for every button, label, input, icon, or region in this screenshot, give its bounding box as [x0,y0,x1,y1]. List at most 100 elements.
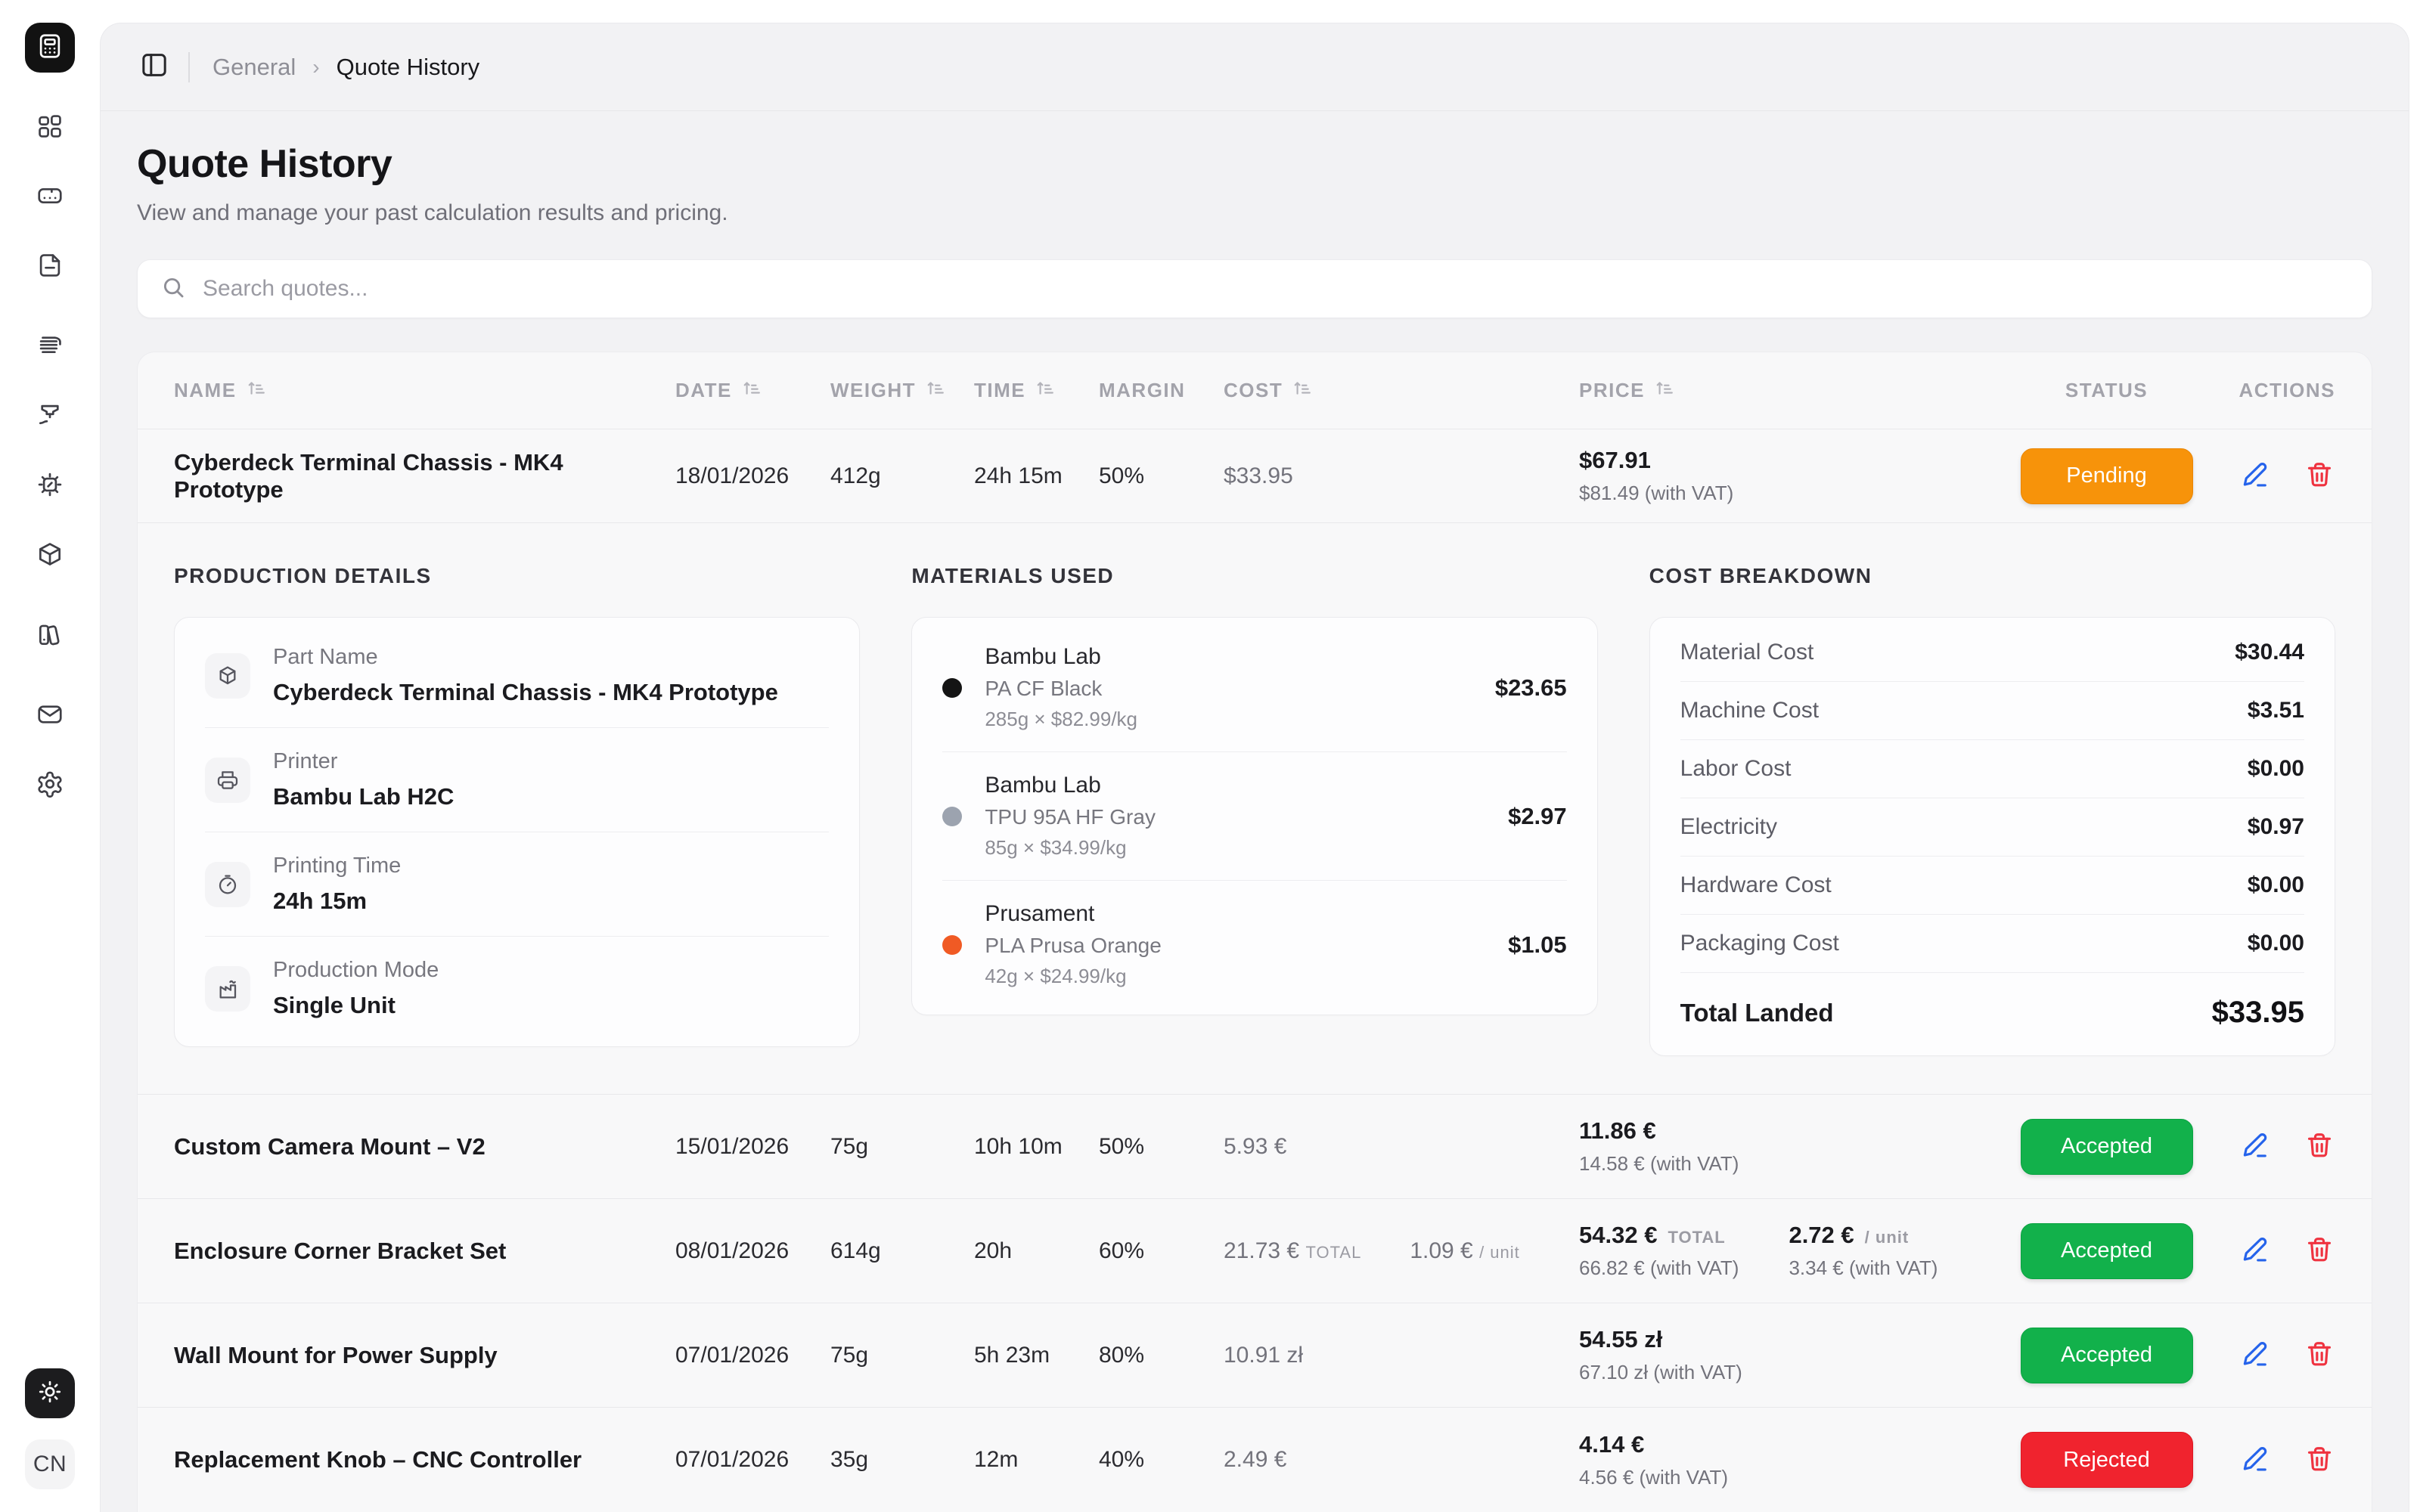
user-avatar[interactable]: CN [25,1439,75,1489]
quote-time: 24h 15m [974,463,1099,489]
sidebar-item-documents[interactable] [25,242,75,292]
status-badge[interactable]: Rejected [2021,1432,2193,1488]
quote-time: 12m [974,1447,1099,1473]
sidebar-item-settings[interactable] [25,761,75,810]
quote-name: Enclosure Corner Bracket Set [174,1238,675,1265]
column-header-time[interactable]: TIME [974,378,1099,403]
table-row[interactable]: Cyberdeck Terminal Chassis - MK4 Prototy… [138,429,2372,523]
sort-icon [246,378,265,403]
quote-name: Custom Camera Mount – V2 [174,1133,675,1160]
trash-icon [2305,460,2334,491]
column-header-cost[interactable]: COST [1224,378,1579,403]
sort-icon [741,378,761,403]
machine-bed-icon [36,181,64,214]
quote-price: $67.91$81.49 (with VAT) [1579,447,1991,505]
sidebar-item-library[interactable] [25,611,75,661]
table-row[interactable]: Custom Camera Mount – V2 15/01/2026 75g … [138,1095,2372,1199]
sun-icon [36,1378,64,1409]
quote-name: Cyberdeck Terminal Chassis - MK4 Prototy… [174,449,675,503]
column-header-status: STATUS [1991,379,2222,402]
theme-toggle-button[interactable] [25,1368,75,1418]
factory-icon [205,966,250,1012]
materials-used-section: MATERIALS USED Bambu LabPA CF Black285g … [911,564,1597,1056]
quote-cost: 5.93 € [1224,1134,1579,1160]
status-badge[interactable]: Pending [2021,448,2193,504]
sidebar-toggle-button[interactable] [137,50,172,85]
breadcrumb-chevron-icon: › [312,55,319,79]
production-details-section: PRODUCTION DETAILS Part NameCyberdeck Te… [174,564,860,1056]
sort-icon [1035,378,1054,403]
quote-weight: 35g [830,1447,974,1473]
pencil-icon [2240,1340,2269,1371]
quote-margin: 50% [1099,1134,1224,1160]
package-icon [36,540,64,572]
printer-icon [205,758,250,803]
material-item: Bambu LabTPU 95A HF Gray85g × $34.99/kg … [942,752,1566,881]
quote-margin: 80% [1099,1343,1224,1368]
calculator-icon [36,32,64,64]
quote-date: 07/01/2026 [675,1343,830,1368]
search-icon [160,274,186,304]
sidebar-item-machines[interactable] [25,172,75,222]
sidebar-item-filaments[interactable] [25,322,75,372]
search-bar[interactable] [137,259,2372,318]
delete-button[interactable] [2304,1340,2335,1371]
material-color-dot [942,807,962,826]
delete-button[interactable] [2304,1444,2335,1476]
main-panel: General › Quote History Quote History Vi… [100,23,2409,1512]
sidebar-item-mail[interactable] [25,691,75,741]
table-row[interactable]: Enclosure Corner Bracket Set 08/01/2026 … [138,1199,2372,1303]
divider [188,52,190,82]
sidebar-item-dashboard[interactable] [25,103,75,153]
page-subtitle: View and manage your past calculation re… [137,200,2372,226]
column-header-weight[interactable]: WEIGHT [830,378,974,403]
edit-button[interactable] [2238,1235,2270,1267]
sidebar-item-calculator[interactable] [25,23,75,73]
breadcrumb-page: Quote History [337,54,480,81]
printer-nozzle-icon [36,401,64,433]
edit-button[interactable] [2238,1444,2270,1476]
column-header-margin: MARGIN [1099,379,1224,402]
cost-line: Packaging Cost$0.00 [1680,915,2304,973]
quote-time: 20h [974,1238,1099,1264]
detail-item-printing-time: Printing Time24h 15m [205,832,829,937]
status-badge[interactable]: Accepted [2021,1119,2193,1175]
document-icon [36,251,64,284]
table-row[interactable]: Wall Mount for Power Supply 07/01/2026 7… [138,1303,2372,1408]
quote-cost: $33.95 [1224,463,1579,489]
sidebar-item-packages[interactable] [25,531,75,581]
sidebar-item-electronics[interactable] [25,461,75,511]
status-badge[interactable]: Accepted [2021,1328,2193,1383]
status-badge[interactable]: Accepted [2021,1223,2193,1279]
material-color-dot [942,935,962,955]
detail-item-printer: PrinterBambu Lab H2C [205,728,829,832]
table-row[interactable]: Replacement Knob – CNC Controller 07/01/… [138,1408,2372,1512]
trash-icon [2305,1445,2334,1476]
breadcrumb-section[interactable]: General [213,54,296,81]
column-header-date[interactable]: DATE [675,378,830,403]
section-title: PRODUCTION DETAILS [174,564,860,588]
quote-weight: 412g [830,463,974,489]
delete-button[interactable] [2304,460,2335,492]
column-header-name[interactable]: NAME [174,378,675,403]
column-header-price[interactable]: PRICE [1579,378,1991,403]
quote-time: 10h 10m [974,1134,1099,1160]
search-input[interactable] [203,276,2349,302]
trash-icon [2305,1131,2334,1162]
section-title: MATERIALS USED [911,564,1597,588]
chip-icon [36,470,64,503]
pencil-icon [2240,1445,2269,1476]
cost-line: Labor Cost$0.00 [1680,740,2304,798]
material-color-dot [942,678,962,698]
breadcrumb-bar: General › Quote History [101,23,2409,111]
quote-price: 4.14 €4.56 € (with VAT) [1579,1431,1991,1489]
library-icon [36,620,64,652]
panel-left-icon [139,50,169,84]
edit-button[interactable] [2238,1131,2270,1163]
delete-button[interactable] [2304,1131,2335,1163]
quote-date: 08/01/2026 [675,1238,830,1264]
edit-button[interactable] [2238,1340,2270,1371]
delete-button[interactable] [2304,1235,2335,1267]
edit-button[interactable] [2238,460,2270,492]
sidebar-item-printers[interactable] [25,392,75,442]
